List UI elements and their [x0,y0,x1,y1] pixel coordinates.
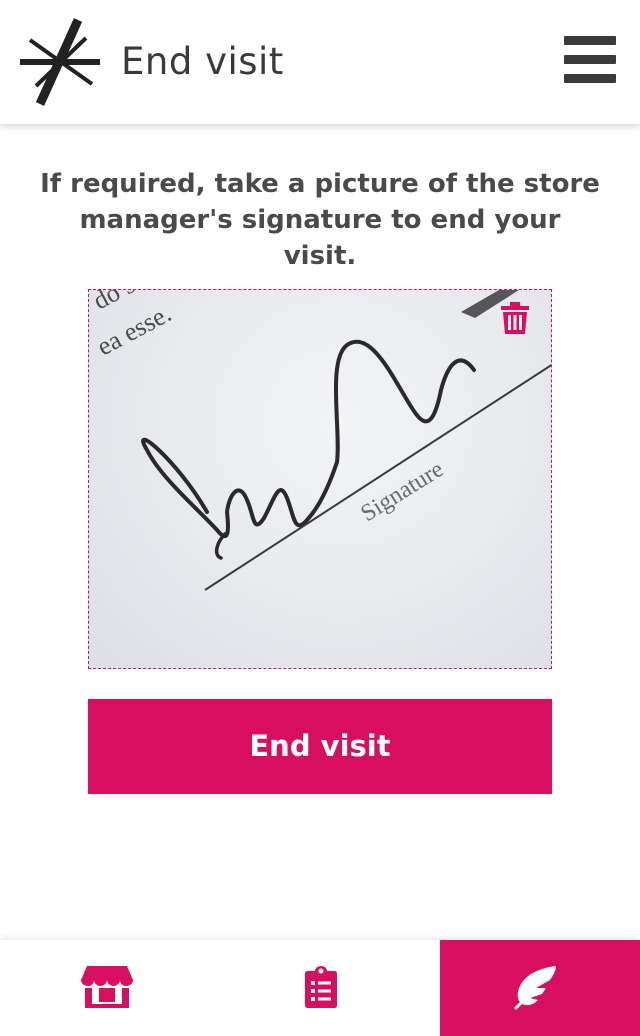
hamburger-menu-icon [564,55,616,64]
signature-photo-image: do s ea esse. Signature [89,290,551,591]
end-visit-button[interactable]: End visit [88,699,552,794]
trash-icon[interactable] [501,302,529,334]
hamburger-menu-icon [564,74,616,83]
feather-icon [514,966,556,1010]
instruction-text: If required, take a picture of the store… [40,169,600,271]
x-star-logo [20,18,100,106]
nav-store[interactable] [0,940,214,1036]
nav-signature[interactable] [440,940,640,1036]
menu-button[interactable] [562,36,618,84]
bottom-nav [0,940,640,1036]
store-icon [81,966,133,1008]
nav-checklist[interactable] [214,940,440,1036]
paper-text-1: do s [89,290,139,315]
signature-label: Signature [356,456,448,527]
hamburger-menu-icon [564,36,616,45]
page-title: End visit [121,40,284,83]
signature-photo[interactable]: do s ea esse. Signature [88,289,552,669]
clipboard-list-icon [305,966,337,1008]
app-header: End visit [0,0,640,124]
